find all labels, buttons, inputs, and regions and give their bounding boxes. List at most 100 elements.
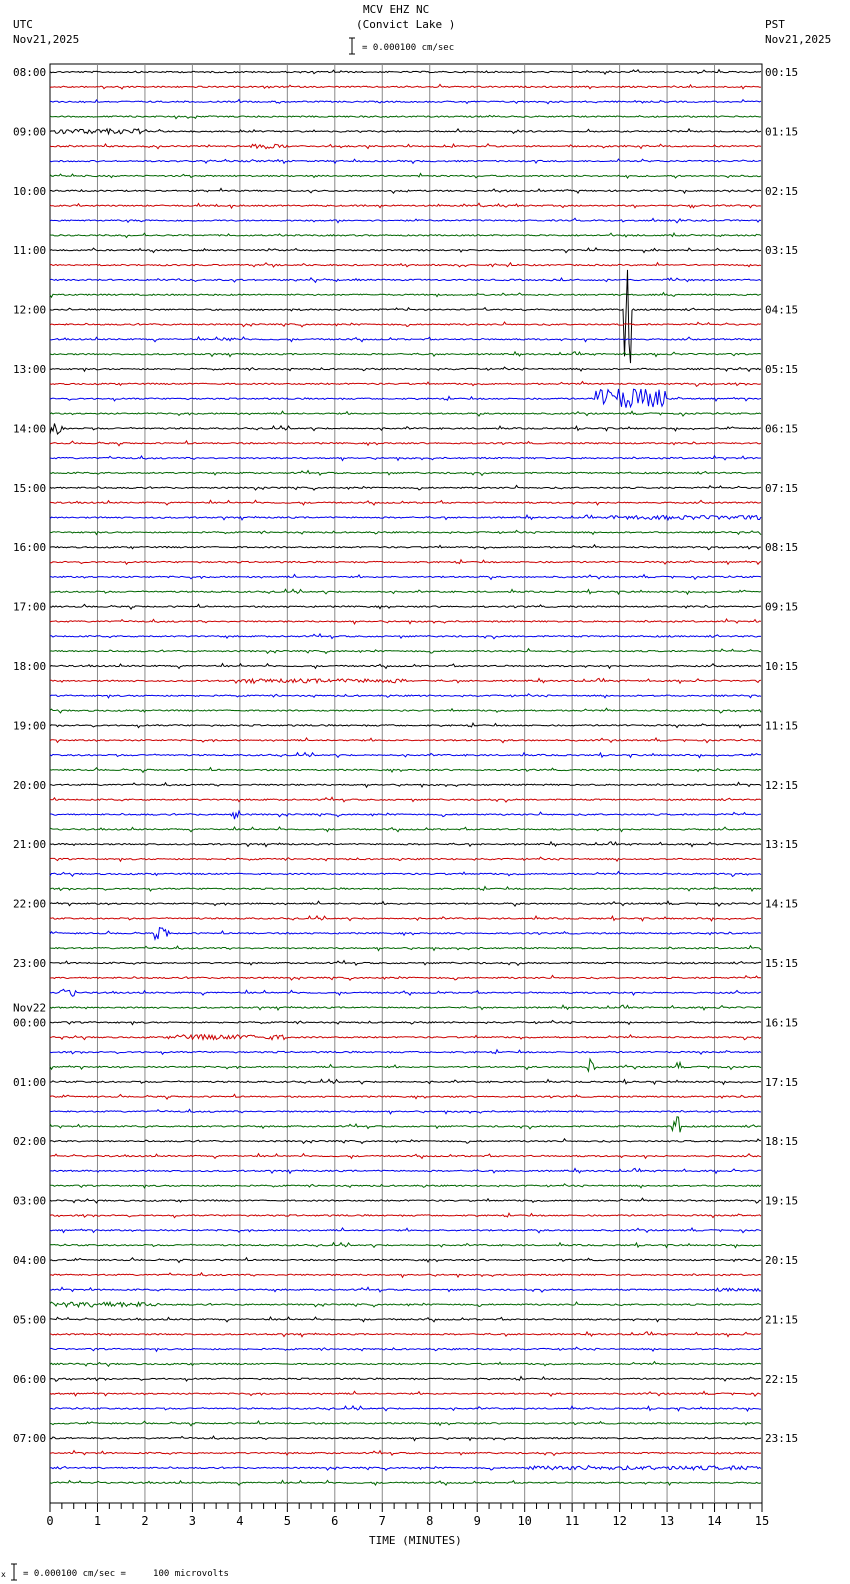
seismic-trace [50,781,762,789]
seismic-trace [49,662,762,670]
seismic-trace [49,573,762,581]
pst-hour-label: 12:15 [765,779,798,792]
seismogram-plot: 0 1 2 3 4 5 6 7 8 9 10 11 12 13 14 1508:0009:0010:0011:… [11,37,798,1581]
x-tick-label: 2 [141,1514,148,1528]
x-tick-label: 14 [707,1514,721,1528]
seismic-trace [49,335,762,343]
seismic-trace [49,142,762,150]
seismic-trace [49,900,762,907]
seismic-trace [49,127,762,136]
pst-hour-label: 10:15 [765,660,798,673]
seismic-trace [49,1004,762,1012]
seismic-trace [49,543,762,551]
utc-hour-label: 22:00 [13,898,46,911]
utc-hour-label: 01:00 [13,1076,46,1089]
seismic-trace [49,1116,761,1133]
x-tick-label: 4 [236,1514,243,1528]
seismic-trace [49,603,762,610]
pst-hour-label: 02:15 [765,185,798,198]
seismic-trace [49,1256,762,1264]
seismic-trace [49,1271,762,1279]
seismic-trace [49,1197,762,1204]
seismic-trace [50,677,762,685]
seismic-trace [49,1479,762,1486]
seismic-trace [49,261,762,268]
seismic-trace [50,1183,762,1189]
seismic-trace [49,321,762,328]
seismic-trace [49,247,762,254]
seismic-trace [49,114,762,120]
seismic-trace [49,1300,762,1309]
pst-hour-label: 17:15 [765,1076,798,1089]
pst-hour-label: 08:15 [765,541,798,554]
seismic-trace [50,1464,762,1471]
seismic-trace [49,1315,762,1323]
date-change-label: Nov22 [13,1001,46,1014]
utc-hour-label: 08:00 [13,66,46,79]
pst-hour-label: 18:15 [765,1135,798,1148]
seismic-trace [49,484,762,491]
seismic-trace [49,1137,761,1145]
seismic-trace [49,1078,762,1086]
seismic-trace [49,1375,762,1382]
seismic-trace [49,751,762,759]
utc-hour-label: 06:00 [13,1373,46,1386]
seismic-trace [50,632,762,640]
pst-hour-label: 23:15 [765,1432,798,1445]
seismic-trace [49,974,762,981]
pst-hour-label: 13:15 [765,838,798,851]
seismic-trace [49,840,762,848]
utc-hour-label: 19:00 [13,719,46,732]
utc-hour-label: 09:00 [13,125,46,138]
seismic-trace [49,1346,762,1353]
seismic-trace [49,796,762,803]
pst-hour-label: 15:15 [765,957,798,970]
utc-hour-label: 15:00 [13,482,46,495]
seismic-trace [49,1108,761,1115]
pst-hour-label: 06:15 [765,422,798,435]
seismic-trace [49,366,762,373]
seismic-trace [49,1435,762,1442]
pst-hour-label: 20:15 [765,1254,798,1267]
seismic-trace [49,1286,762,1293]
seismic-trace [49,454,762,462]
x-tick-label: 15 [755,1514,769,1528]
x-tick-label: 3 [189,1514,196,1528]
x-tick-label: 10 [517,1514,531,1528]
seismic-trace [50,959,762,967]
utc-hour-label: 05:00 [13,1313,46,1326]
seismic-trace [49,202,762,210]
seismic-trace [49,1330,762,1338]
pst-hour-label: 05:15 [765,363,798,376]
seismic-trace [49,499,762,506]
seismic-trace [49,870,762,878]
pst-hour-label: 03:15 [765,244,798,257]
seismic-trace [50,809,761,820]
utc-hour-label: 02:00 [13,1135,46,1148]
x-tick-label: 11 [565,1514,579,1528]
pst-hour-label: 19:15 [765,1195,798,1208]
seismic-trace [49,158,762,165]
pst-hour-label: 11:15 [765,719,798,732]
seismic-trace [49,736,762,744]
seismic-trace [49,588,762,596]
seismic-trace [49,1093,762,1100]
seismic-trace [49,1241,762,1249]
seismic-trace [49,1048,762,1056]
seismic-trace [49,707,762,714]
seismic-trace [49,172,762,180]
utc-hour-label: 11:00 [13,244,46,257]
seismic-trace [49,693,762,699]
utc-hour-label: 04:00 [13,1254,46,1267]
seismic-trace [49,856,762,863]
seismic-trace [49,1212,762,1219]
x-tick-label: 8 [426,1514,433,1528]
seismic-trace [49,231,762,239]
utc-hour-label: 14:00 [13,422,46,435]
seismic-trace [49,1390,762,1397]
seismic-trace [49,68,762,75]
x-tick-label: 5 [284,1514,291,1528]
pst-hour-label: 16:15 [765,1016,798,1029]
seismic-trace [49,1152,762,1160]
utc-hour-label: 18:00 [13,660,46,673]
